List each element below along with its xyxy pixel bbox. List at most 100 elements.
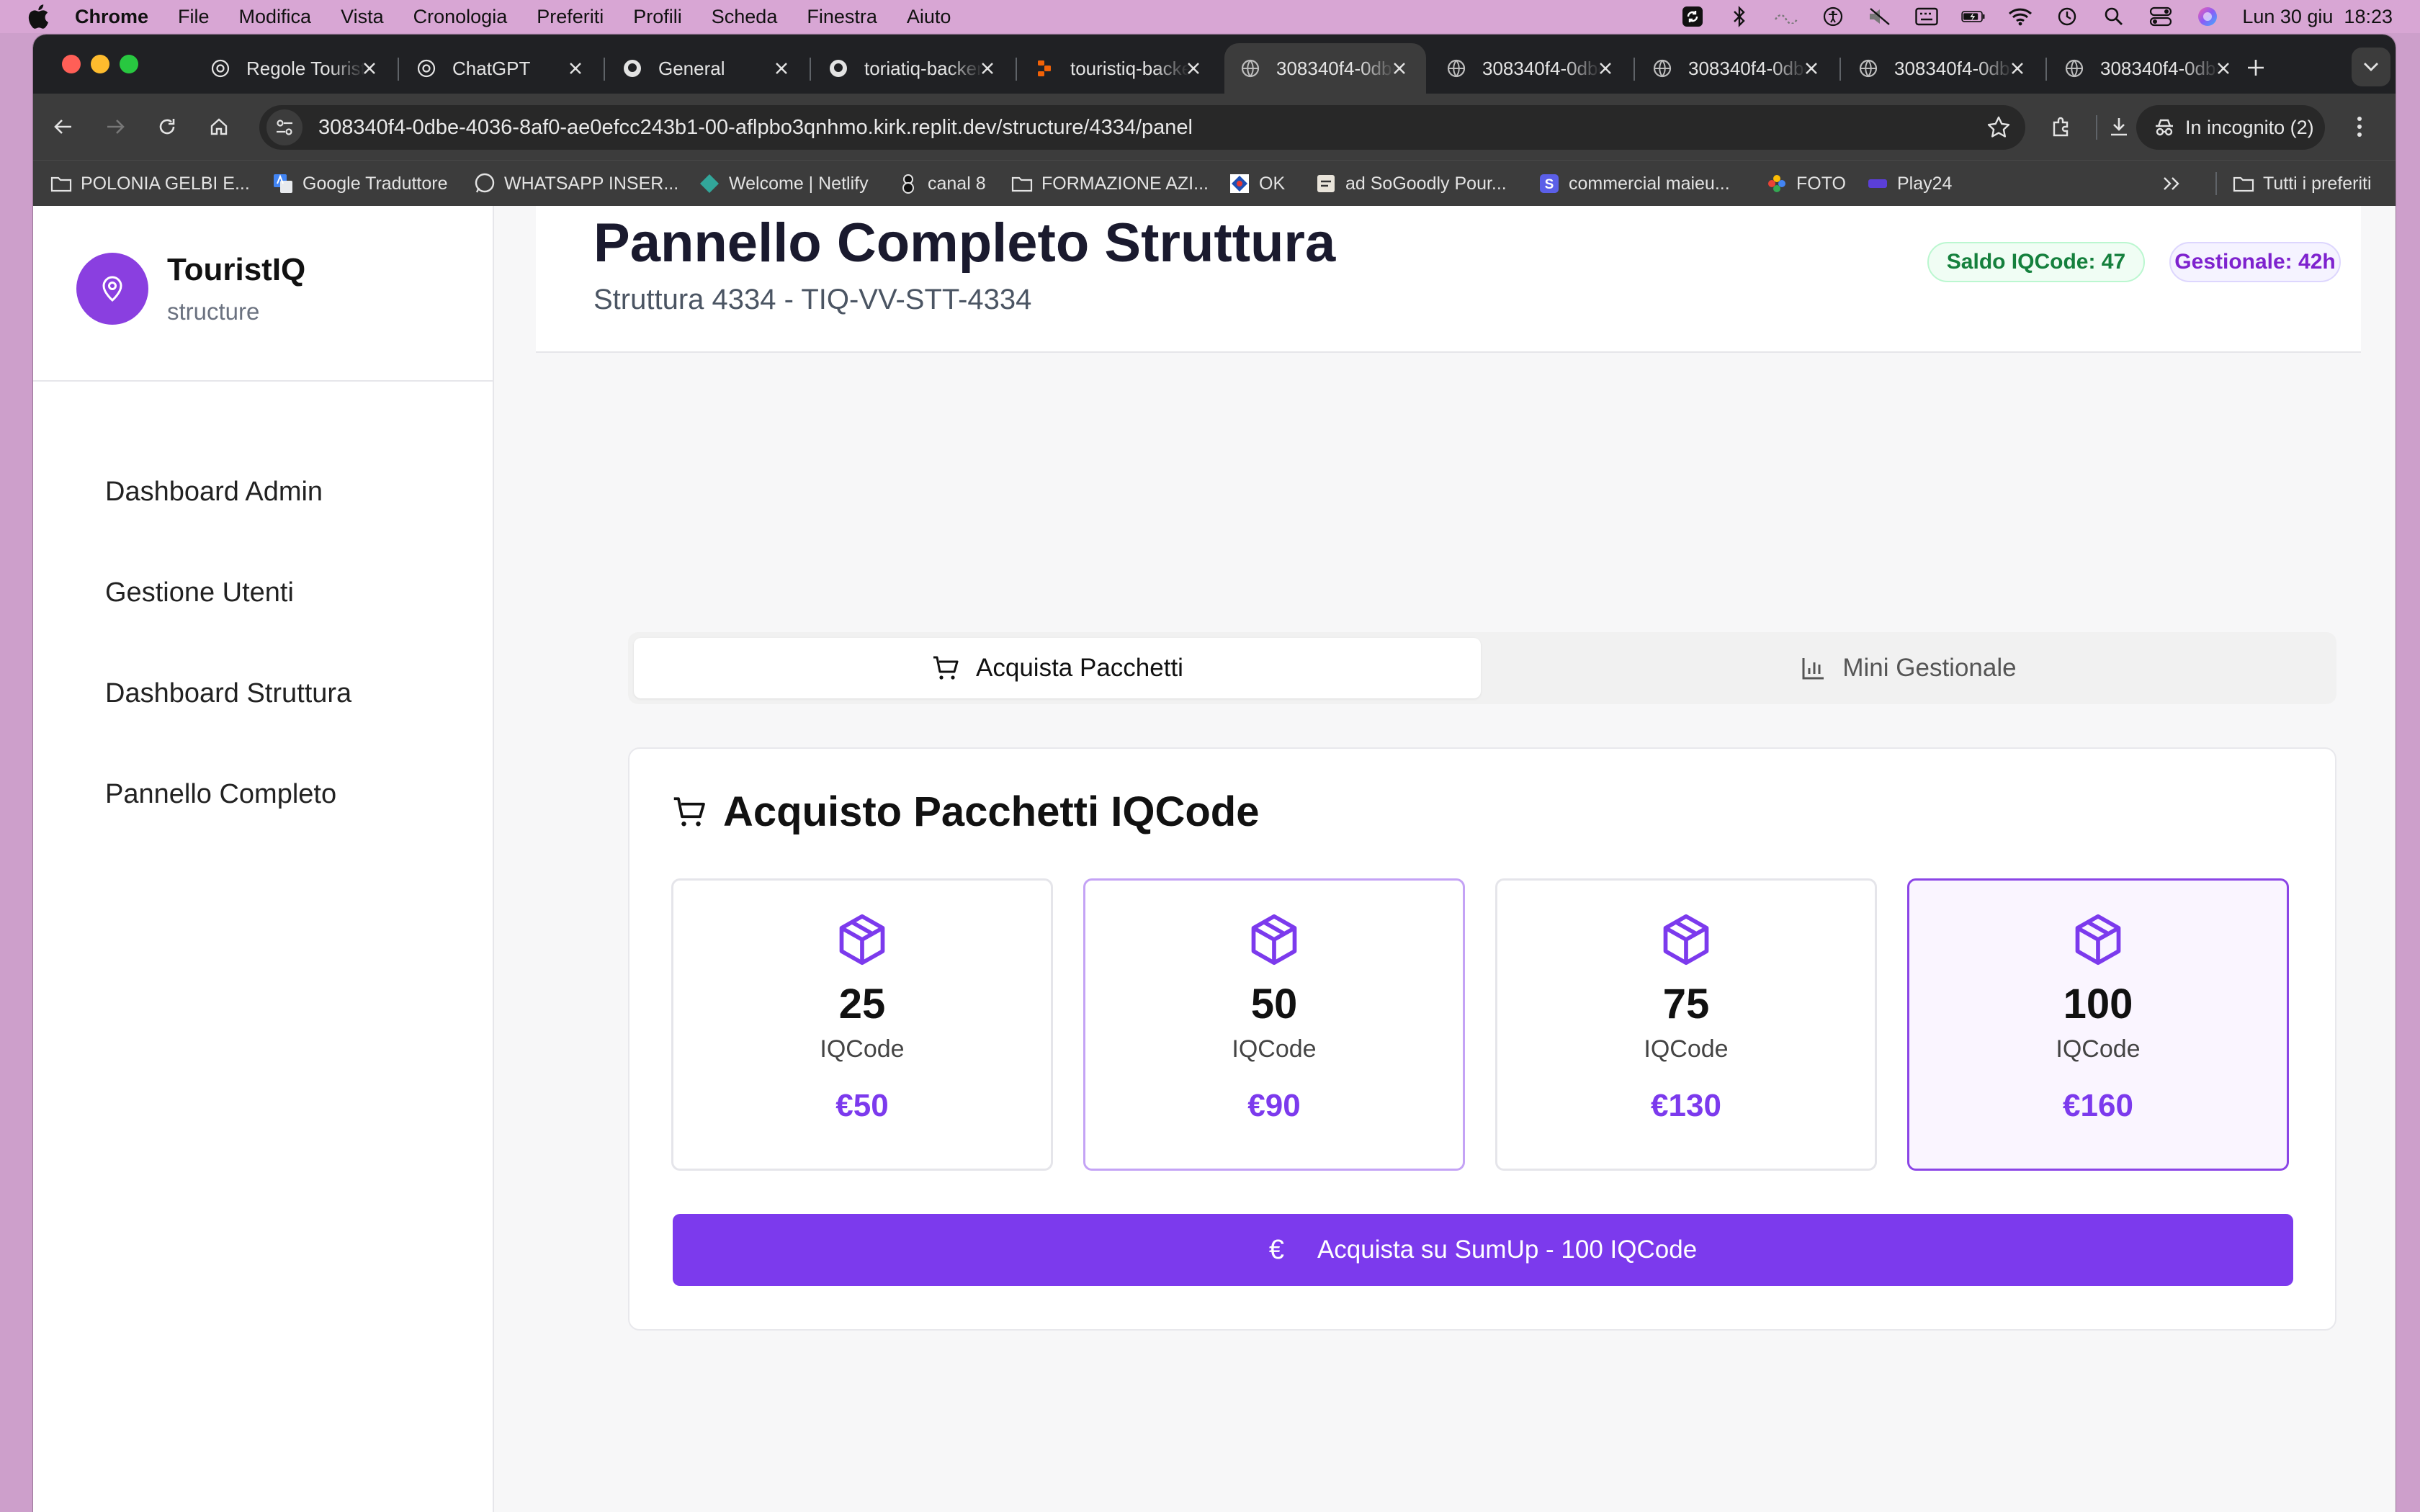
wifi-icon[interactable] bbox=[2008, 6, 2033, 27]
dotted-status-icon[interactable] bbox=[1774, 6, 1798, 27]
sidebar-item-gestione-utenti[interactable]: Gestione Utenti bbox=[105, 577, 294, 608]
package-25[interactable]: 25 IQCode €50 bbox=[671, 878, 1053, 1171]
menu-modifica[interactable]: Modifica bbox=[239, 6, 312, 28]
package-icon bbox=[1659, 912, 1713, 967]
bookmark-item[interactable]: Play24 bbox=[1867, 171, 1952, 197]
browser-tab[interactable]: 308340f4-0dbe bbox=[2048, 43, 2250, 94]
menu-finestra[interactable]: Finestra bbox=[807, 6, 877, 28]
bookmark-item[interactable]: Scommercial maieu... bbox=[1538, 171, 1730, 197]
browser-tab[interactable]: Regole Tourist bbox=[194, 43, 396, 94]
window-zoom-button[interactable] bbox=[120, 55, 138, 73]
menu-preferiti[interactable]: Preferiti bbox=[537, 6, 604, 28]
package-100[interactable]: 100 IQCode €160 bbox=[1907, 878, 2289, 1171]
bookmark-item[interactable]: Welcome | Netlify bbox=[699, 171, 869, 197]
sidebar-item-dashboard-struttura[interactable]: Dashboard Struttura bbox=[105, 678, 351, 709]
buy-sumup-button[interactable]: € Acquista su SumUp - 100 IQCode bbox=[673, 1214, 2293, 1286]
browser-tab[interactable]: 308340f4-0dbe bbox=[1636, 43, 1838, 94]
tab-separator bbox=[1839, 58, 1841, 81]
brand-name: TouristIQ bbox=[167, 252, 306, 287]
accessibility-icon[interactable] bbox=[1821, 6, 1845, 27]
bookmark-item[interactable]: FOTO bbox=[1766, 171, 1846, 197]
shopping-cart-icon bbox=[933, 656, 959, 680]
browser-toolbar: 308340f4-0dbe-4036-8af0-ae0efcc243b1-00-… bbox=[33, 94, 2396, 160]
mute-icon[interactable] bbox=[1868, 6, 1892, 27]
package-75[interactable]: 75 IQCode €130 bbox=[1495, 878, 1877, 1171]
menu-scheda[interactable]: Scheda bbox=[712, 6, 778, 28]
buy-sumup-label: Acquista su SumUp - 100 IQCode bbox=[1317, 1236, 1698, 1264]
purchase-card: Acquisto Pacchetti IQCode 25 IQCode €50 … bbox=[628, 747, 2336, 1331]
sidebar-item-pannello-completo[interactable]: Pannello Completo bbox=[105, 779, 336, 810]
menu-vista[interactable]: Vista bbox=[341, 6, 384, 28]
bookmark-item[interactable]: POLONIA GELBI E... bbox=[50, 171, 250, 197]
home-button[interactable] bbox=[203, 111, 235, 143]
spotlight-icon[interactable] bbox=[2102, 6, 2126, 27]
bookmark-star-icon[interactable] bbox=[1986, 115, 2011, 140]
new-tab-button[interactable] bbox=[2240, 52, 2272, 84]
extensions-icon[interactable] bbox=[2045, 111, 2077, 143]
package-icon bbox=[1247, 912, 1301, 967]
bookmark-item[interactable]: FORMAZIONE AZI... bbox=[1011, 171, 1209, 197]
folder-icon bbox=[2233, 173, 2254, 194]
globe-icon bbox=[1652, 58, 1672, 78]
tab-close-icon[interactable] bbox=[771, 58, 792, 79]
battery-icon[interactable] bbox=[1961, 6, 1986, 27]
tab-close-icon[interactable] bbox=[1389, 58, 1410, 79]
siri-icon[interactable] bbox=[2195, 6, 2220, 27]
toolbar-divider bbox=[2096, 115, 2097, 140]
bookmark-item[interactable]: ad SoGoodly Pour... bbox=[1315, 171, 1507, 197]
browser-menu-icon[interactable] bbox=[2344, 111, 2375, 143]
time-machine-icon[interactable] bbox=[2055, 6, 2079, 27]
bookmark-item[interactable]: canal 8 bbox=[897, 171, 986, 197]
menu-cronologia[interactable]: Cronologia bbox=[413, 6, 508, 28]
tab-close-icon[interactable] bbox=[1801, 58, 1822, 79]
browser-tab[interactable]: touristiq-backend bbox=[1018, 43, 1220, 94]
apple-icon[interactable] bbox=[27, 4, 49, 29]
url-text[interactable]: 308340f4-0dbe-4036-8af0-ae0efcc243b1-00-… bbox=[318, 116, 1193, 140]
browser-tab[interactable]: 308340f4-0dbe bbox=[1430, 43, 1632, 94]
bookmarks-overflow-icon[interactable] bbox=[2162, 171, 2181, 197]
window-close-button[interactable] bbox=[62, 55, 81, 73]
menu-profili[interactable]: Profili bbox=[633, 6, 682, 28]
tab-close-icon[interactable] bbox=[565, 58, 586, 79]
tab-close-icon[interactable] bbox=[1183, 58, 1204, 79]
package-50[interactable]: 50 IQCode €90 bbox=[1083, 878, 1465, 1171]
menu-chrome[interactable]: Chrome bbox=[75, 6, 148, 28]
back-button[interactable] bbox=[48, 111, 79, 143]
browser-tab[interactable]: toriatiq-backend bbox=[812, 43, 1014, 94]
browser-tab[interactable]: 308340f4-0dbe bbox=[1224, 43, 1426, 94]
bluetooth-icon[interactable] bbox=[1727, 6, 1752, 27]
tab-close-icon[interactable] bbox=[2007, 58, 2028, 79]
package-icon bbox=[2071, 912, 2125, 967]
bookmark-item[interactable]: WHATSAPP INSER... bbox=[474, 171, 678, 197]
tab-search-button[interactable] bbox=[2352, 48, 2390, 86]
sidebar-item-dashboard-admin[interactable]: Dashboard Admin bbox=[105, 477, 323, 508]
tab-close-icon[interactable] bbox=[1595, 58, 1616, 79]
tab-title: Regole Tourist bbox=[246, 57, 365, 79]
bookmark-all-folder[interactable]: Tutti i preferiti bbox=[2233, 171, 2372, 197]
reload-button[interactable] bbox=[151, 111, 183, 143]
tab-close-icon[interactable] bbox=[359, 58, 380, 79]
address-bar[interactable]: 308340f4-0dbe-4036-8af0-ae0efcc243b1-00-… bbox=[259, 105, 2025, 150]
tab-acquista-pacchetti[interactable]: Acquista Pacchetti bbox=[634, 638, 1481, 698]
menu-aiuto[interactable]: Aiuto bbox=[907, 6, 951, 28]
incognito-indicator[interactable]: In incognito (2) bbox=[2136, 105, 2325, 150]
sync-icon[interactable] bbox=[1680, 6, 1705, 27]
tab-title: touristiq-backend bbox=[1070, 57, 1189, 79]
browser-tab[interactable]: General bbox=[606, 43, 808, 94]
brand-role: structure bbox=[167, 298, 260, 325]
browser-tab[interactable]: ChatGPT bbox=[400, 43, 602, 94]
control-center-icon[interactable] bbox=[2148, 6, 2173, 27]
menu-file[interactable]: File bbox=[178, 6, 210, 28]
menubar-datetime[interactable]: Lun 30 giu 18:23 bbox=[2242, 6, 2393, 28]
tab-close-icon[interactable] bbox=[2213, 58, 2234, 79]
browser-tab[interactable]: 308340f4-0dbe bbox=[1842, 43, 2044, 94]
window-minimize-button[interactable] bbox=[91, 55, 109, 73]
forward-button[interactable] bbox=[99, 111, 131, 143]
bookmark-item[interactable]: Google Traduttore bbox=[272, 171, 448, 197]
bookmark-item[interactable]: OK bbox=[1229, 171, 1285, 197]
site-info-icon[interactable] bbox=[266, 109, 302, 145]
downloads-icon[interactable] bbox=[2103, 111, 2135, 143]
keyboard-icon[interactable] bbox=[1914, 6, 1939, 27]
tab-close-icon[interactable] bbox=[977, 58, 998, 79]
tab-mini-gestionale[interactable]: Mini Gestionale bbox=[1487, 638, 2331, 698]
